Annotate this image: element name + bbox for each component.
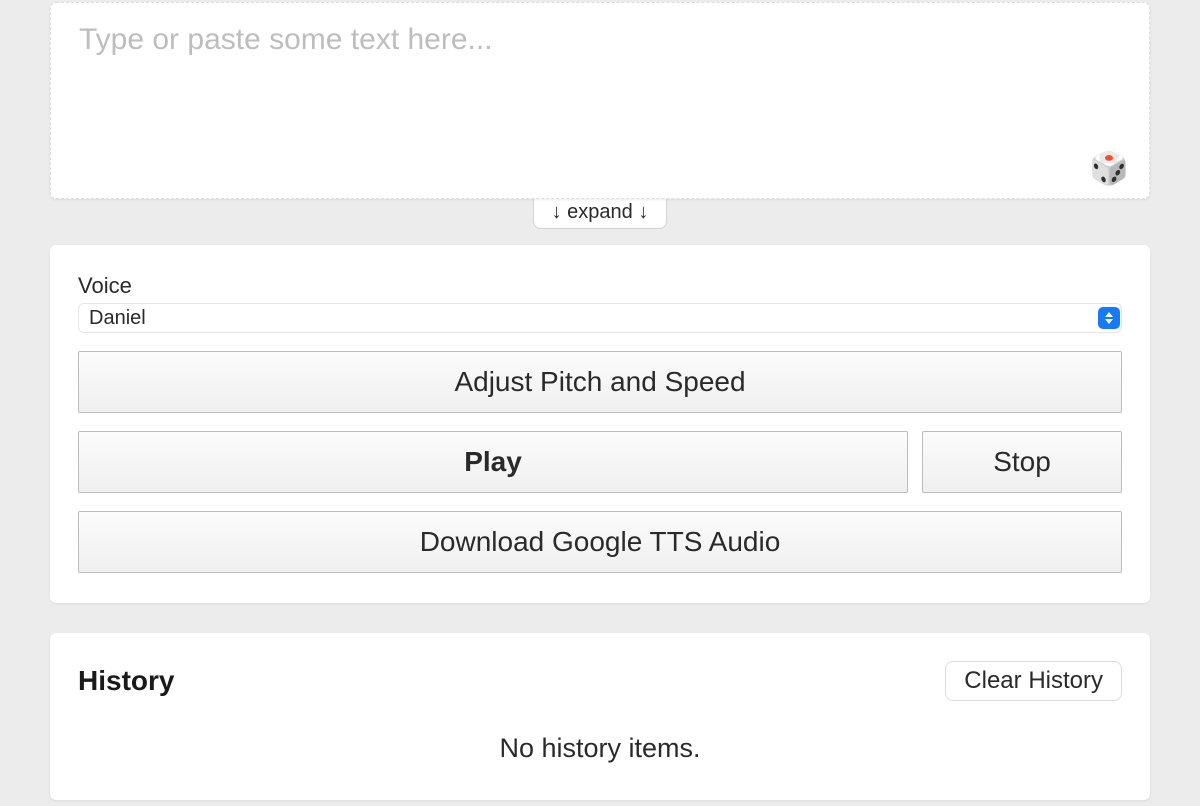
history-header: History Clear History <box>78 661 1122 701</box>
download-tts-button[interactable]: Download Google TTS Audio <box>78 511 1122 573</box>
voice-select[interactable]: Daniel <box>78 303 1122 333</box>
expand-row: ↓ expand ↓ <box>50 199 1150 229</box>
voice-select-wrap: Daniel <box>78 303 1122 333</box>
adjust-pitch-speed-button[interactable]: Adjust Pitch and Speed <box>78 351 1122 413</box>
dice-icon[interactable]: 🎲 <box>1089 152 1129 184</box>
play-stop-row: Play Stop <box>78 431 1122 493</box>
text-input[interactable] <box>51 3 1149 193</box>
voice-label: Voice <box>78 273 1122 299</box>
stop-button[interactable]: Stop <box>922 431 1122 493</box>
history-empty-message: No history items. <box>78 733 1122 764</box>
text-input-card: 🎲 <box>50 2 1150 199</box>
history-title: History <box>78 665 174 697</box>
play-button[interactable]: Play <box>78 431 908 493</box>
history-card: History Clear History No history items. <box>50 633 1150 800</box>
clear-history-button[interactable]: Clear History <box>945 661 1122 701</box>
expand-button[interactable]: ↓ expand ↓ <box>533 199 668 229</box>
controls-card: Voice Daniel Adjust Pitch and Speed Play… <box>50 245 1150 603</box>
